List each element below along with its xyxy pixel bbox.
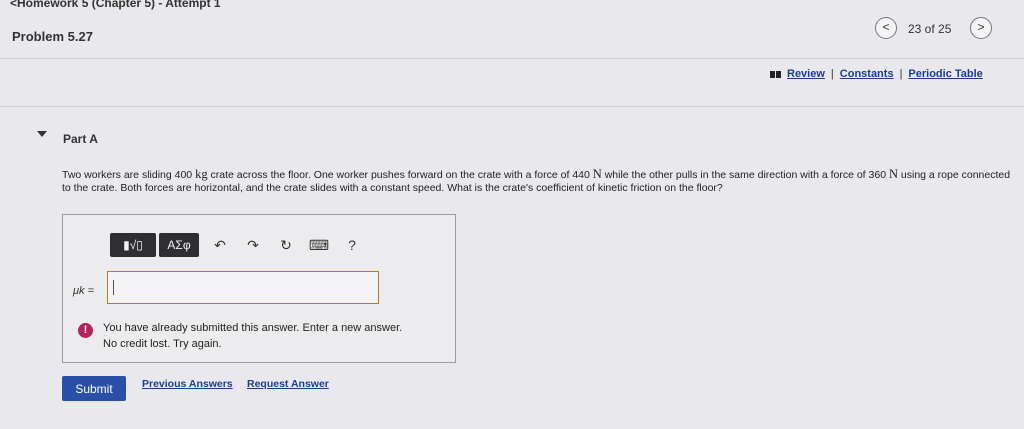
request-answer-link[interactable]: Request Answer <box>247 378 329 390</box>
problem-counter: 23 of 25 <box>908 22 952 36</box>
constants-link[interactable]: Constants <box>840 68 894 80</box>
header-divider <box>0 58 1024 59</box>
keyboard-icon[interactable]: ⌨ <box>308 234 330 256</box>
feedback-line: No credit lost. Try again. <box>103 338 222 350</box>
previous-answers-link[interactable]: Previous Answers <box>142 378 233 390</box>
mu-k-label: μk = <box>73 285 95 297</box>
review-link[interactable]: Review <box>787 68 825 80</box>
unit-newton: N <box>592 167 602 181</box>
resources-bar: Review | Constants | Periodic Table <box>770 68 983 80</box>
resources-divider <box>0 106 1024 107</box>
collapse-part-toggle-icon[interactable] <box>37 131 47 137</box>
resource-separator: | <box>899 68 903 80</box>
feedback-message: You have already submitted this answer. … <box>103 320 443 352</box>
resource-separator: | <box>830 68 834 80</box>
unit-kg: kg <box>195 167 208 181</box>
question-text: Two workers are sliding 400 kg crate acr… <box>62 168 1012 194</box>
feedback-line: You have already submitted this answer. … <box>103 322 403 334</box>
question-text-segment: while the other pulls in the same direct… <box>601 169 889 181</box>
answer-input[interactable] <box>107 271 379 304</box>
unit-newton: N <box>888 167 898 181</box>
next-problem-button[interactable]: > <box>970 17 992 39</box>
question-text-segment: Two workers are sliding 400 <box>62 169 196 181</box>
breadcrumb-back-link[interactable]: <Homework 5 (Chapter 5) - Attempt 1 <box>10 0 221 10</box>
greek-symbols-button[interactable]: ΑΣφ <box>159 233 199 257</box>
submit-button[interactable]: Submit <box>62 376 126 401</box>
math-toolbar: ▮√▯ ΑΣφ ↶ ↷ ↻ ⌨ ? <box>110 233 363 257</box>
question-text-segment: crate across the floor. One worker pushe… <box>207 169 593 181</box>
problem-title: Problem 5.27 <box>12 29 93 44</box>
undo-icon[interactable]: ↶ <box>209 234 231 256</box>
redo-icon[interactable]: ↷ <box>242 234 264 256</box>
help-icon[interactable]: ? <box>341 234 363 256</box>
text-caret <box>113 280 114 295</box>
reset-icon[interactable]: ↻ <box>275 234 297 256</box>
book-icon <box>770 70 781 78</box>
warning-icon: ! <box>78 323 93 338</box>
part-label: Part A <box>63 132 98 146</box>
periodic-table-link[interactable]: Periodic Table <box>908 68 982 80</box>
prev-problem-button[interactable]: < <box>875 17 897 39</box>
math-template-button[interactable]: ▮√▯ <box>110 233 156 257</box>
